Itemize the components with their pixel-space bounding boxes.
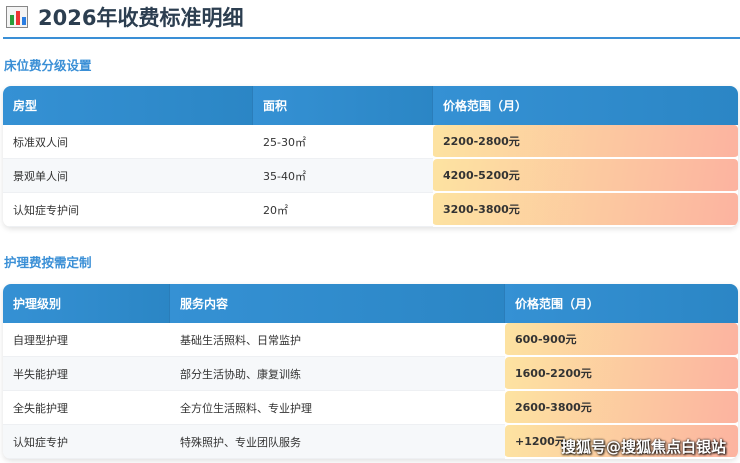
table-row: 标准双人间 25-30㎡ 2200-2800元 xyxy=(3,125,738,159)
table-row: 半失能护理 部分生活协助、康复训练 1600-2200元 xyxy=(3,357,738,391)
cell-level: 全失能护理 xyxy=(3,391,170,425)
cell-service: 部分生活协助、康复训练 xyxy=(170,357,505,391)
cell-room: 标准双人间 xyxy=(3,125,253,159)
bed-fee-table: 房型 面积 价格范围（月） 标准双人间 25-30㎡ 2200-2800元 景观单人间 3… xyxy=(3,86,738,227)
cell-service: 全方位生活照料、专业护理 xyxy=(170,391,505,425)
table-row: 自理型护理 基础生活照料、日常监护 600-900元 xyxy=(3,323,738,357)
bed-section-heading: 床位费分级设置 xyxy=(4,58,92,73)
title-text: 2026年收费标准明细 xyxy=(38,6,244,30)
table-row: 认知症专护间 20㎡ 3200-3800元 xyxy=(3,193,738,227)
column-header: 服务内容 xyxy=(170,284,505,323)
table-row: 景观单人间 35-40㎡ 4200-5200元 xyxy=(3,159,738,193)
cell-price: 2200-2800元 xyxy=(433,125,738,159)
cell-area: 20㎡ xyxy=(253,193,433,227)
care-fee-table: 护理级别 服务内容 价格范围（月） 自理型护理 基础生活照料、日常监护 600-900元… xyxy=(3,284,738,459)
cell-level: 认知症专护 xyxy=(3,425,170,459)
cell-room: 认知症专护间 xyxy=(3,193,253,227)
watermark: 搜狐号@搜狐焦点白银站 xyxy=(560,438,726,456)
bar-chart-icon xyxy=(6,6,28,28)
cell-price: 600-900元 xyxy=(505,323,738,357)
cell-room: 景观单人间 xyxy=(3,159,253,193)
cell-price: 3200-3800元 xyxy=(433,193,738,227)
cell-service: 特殊照护、专业团队服务 xyxy=(170,425,505,459)
cell-level: 自理型护理 xyxy=(3,323,170,357)
cell-price: 4200-5200元 xyxy=(433,159,738,193)
cell-area: 25-30㎡ xyxy=(253,125,433,159)
cell-price: 2600-3800元 xyxy=(505,391,738,425)
column-header: 价格范围（月） xyxy=(433,86,738,125)
column-header: 价格范围（月） xyxy=(505,284,738,323)
cell-area: 35-40㎡ xyxy=(253,159,433,193)
cell-level: 半失能护理 xyxy=(3,357,170,391)
title-divider xyxy=(3,37,740,39)
cell-price: 1600-2200元 xyxy=(505,357,738,391)
cell-service: 基础生活照料、日常监护 xyxy=(170,323,505,357)
column-header: 房型 xyxy=(3,86,253,125)
column-header: 面积 xyxy=(253,86,433,125)
page-title: 2026年收费标准明细 xyxy=(6,2,243,32)
table-row: 全失能护理 全方位生活照料、专业护理 2600-3800元 xyxy=(3,391,738,425)
column-header: 护理级别 xyxy=(3,284,170,323)
care-section-heading: 护理费按需定制 xyxy=(4,255,92,270)
